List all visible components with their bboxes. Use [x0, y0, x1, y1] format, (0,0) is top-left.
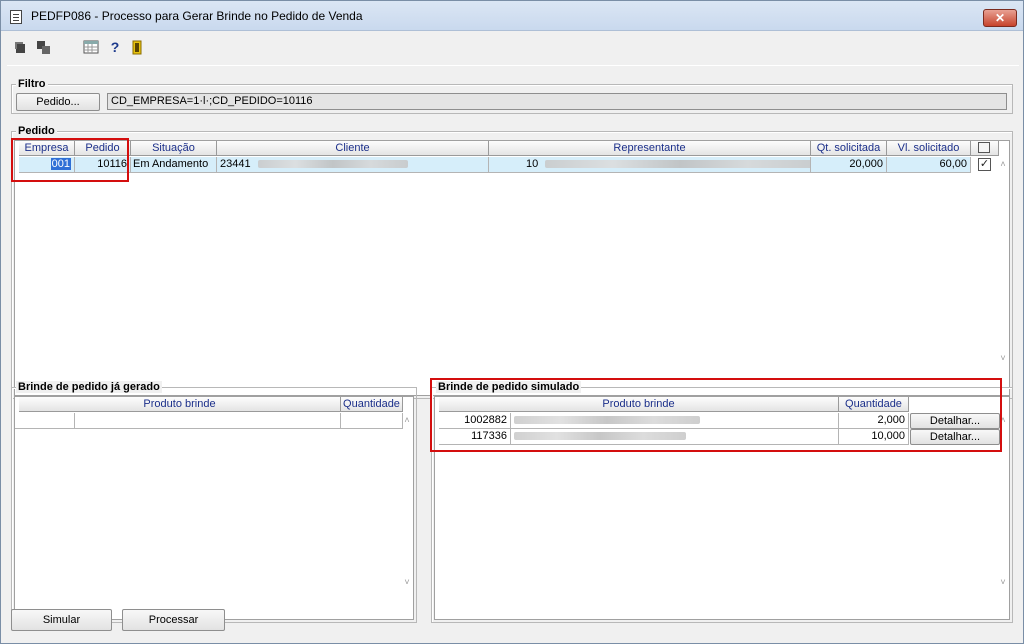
close-button[interactable]: ✕: [983, 9, 1017, 27]
col-vl-solicitado[interactable]: Vl. solicitado: [887, 141, 971, 156]
representante-code: 10: [526, 158, 539, 170]
filter-expression-field: CD_EMPRESA=1·l·;CD_PEDIDO=10116: [107, 93, 1007, 110]
row-checkbox[interactable]: ✓: [978, 158, 991, 171]
undo-icon[interactable]: [13, 39, 29, 55]
highlight-empresa-pedido: [11, 138, 129, 182]
pedido-scroll-up[interactable]: ˄: [997, 159, 1009, 169]
cell-qt-solicitada[interactable]: 20,000: [811, 157, 887, 173]
main-window: PEDFP086 - Processo para Gerar Brinde no…: [0, 0, 1024, 644]
representante-name-redacted: [545, 160, 810, 169]
brinde-simulado-group: Brinde de pedido simulado Produto brinde…: [430, 378, 1013, 623]
pedido-filter-button[interactable]: Pedido...: [16, 93, 100, 111]
pedido-group: Pedido Empresa Pedido Situação Cliente R…: [11, 125, 1013, 399]
cliente-code: 23441: [220, 158, 251, 170]
col-quantidade[interactable]: Quantidade: [341, 397, 403, 412]
client-area: ? Filtro Pedido... CD_EMPRESA=1·l·;CD_PE…: [7, 31, 1019, 639]
pedido-grid-body: Empresa Pedido Situação Cliente Represen…: [15, 141, 1009, 395]
cliente-name-redacted: [257, 160, 408, 169]
window-title: PEDFP086 - Processo para Gerar Brinde no…: [31, 9, 363, 23]
cell-cliente[interactable]: 23441: [217, 157, 489, 173]
simular-button[interactable]: Simular: [11, 609, 112, 631]
highlight-brinde-simulado: [430, 378, 1002, 452]
cell-selected[interactable]: ✓: [971, 157, 999, 173]
col-situacao[interactable]: Situação: [131, 141, 217, 156]
brinde-gerado-scroll-down[interactable]: ˅: [401, 577, 413, 587]
brinde-gerado-group: Brinde de pedido já gerado Produto brind…: [11, 381, 417, 623]
col-cliente[interactable]: Cliente: [217, 141, 489, 156]
pedido-scroll-down[interactable]: ˅: [997, 353, 1009, 363]
select-all-checkbox[interactable]: [978, 142, 990, 153]
cell-vl-solicitado[interactable]: 60,00: [887, 157, 971, 173]
pedido-grid: Empresa Pedido Situação Cliente Represen…: [14, 140, 1010, 396]
cell-representante[interactable]: 10: [489, 157, 811, 173]
redo-icon[interactable]: [35, 39, 51, 55]
brinde-gerado-grid: Produto brinde Quantidade ˄ ˅: [14, 396, 414, 620]
col-select-all[interactable]: [971, 141, 999, 156]
calendar-icon[interactable]: [83, 39, 99, 55]
brinde-simulado-scroll-down[interactable]: ˅: [997, 577, 1009, 587]
brinde-gerado-scroll-up[interactable]: ˄: [401, 415, 413, 425]
title-bar: PEDFP086 - Processo para Gerar Brinde no…: [1, 1, 1023, 31]
col-representante[interactable]: Representante: [489, 141, 811, 156]
exit-door-icon[interactable]: [129, 39, 145, 55]
brinde-gerado-label: Brinde de pedido já gerado: [16, 381, 162, 393]
toolbar-separator: [7, 65, 1019, 66]
col-produto-brinde[interactable]: Produto brinde: [19, 397, 341, 412]
processar-button[interactable]: Processar: [122, 609, 225, 631]
col-qt-solicitada[interactable]: Qt. solicitada: [811, 141, 887, 156]
cell-situacao[interactable]: Em Andamento: [131, 157, 217, 173]
filtro-group: Filtro Pedido... CD_EMPRESA=1·l·;CD_PEDI…: [11, 78, 1013, 114]
pedido-label: Pedido: [16, 125, 57, 137]
filtro-label: Filtro: [16, 78, 48, 90]
empty-cell-produto[interactable]: [75, 413, 341, 429]
brinde-gerado-grid-body: Produto brinde Quantidade ˄ ˅: [15, 397, 413, 619]
help-icon[interactable]: ?: [107, 39, 123, 55]
empty-cell-quantidade[interactable]: [341, 413, 403, 429]
document-icon: [10, 10, 22, 24]
empty-cell-code[interactable]: [15, 413, 75, 429]
